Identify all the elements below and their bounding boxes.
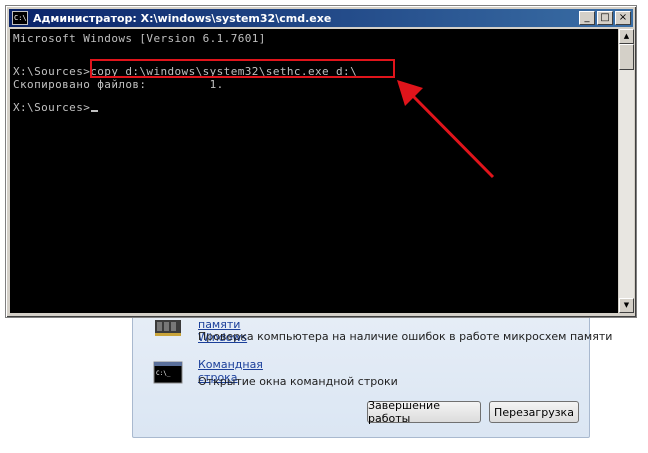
text-cursor xyxy=(91,110,99,112)
minimize-button[interactable]: _ xyxy=(579,11,595,25)
scroll-thumb[interactable] xyxy=(619,44,634,70)
close-button[interactable]: × xyxy=(615,11,631,25)
scroll-down-button[interactable]: ▼ xyxy=(619,298,634,313)
vertical-scrollbar[interactable]: ▲ ▼ xyxy=(619,29,634,313)
command-highlight-box xyxy=(90,59,395,78)
cmd-titlebar[interactable]: C:\. Администратор: X:\windows\system32\… xyxy=(9,9,633,27)
memory-chip-icon xyxy=(155,320,181,336)
cmd-icon: C:\. xyxy=(12,11,28,25)
command-prompt-desc: Открытие окна командной строки xyxy=(198,375,398,388)
console-line-prompt: X:\Sources> xyxy=(13,101,99,114)
svg-text:C:\_: C:\_ xyxy=(156,370,171,377)
maximize-button[interactable]: □ xyxy=(597,11,613,25)
cmd-window[interactable]: C:\. Администратор: X:\windows\system32\… xyxy=(5,5,637,318)
command-prompt-icon: C:\_ xyxy=(153,361,183,384)
memory-diagnostics-desc: Проверка компьютера на наличие ошибок в … xyxy=(198,330,613,343)
console-line-copy-result: Скопировано файлов: 1. xyxy=(13,78,224,91)
prompt-text: X:\Sources> xyxy=(13,101,91,114)
window-title: Администратор: X:\windows\system32\cmd.e… xyxy=(33,11,332,25)
scroll-up-button[interactable]: ▲ xyxy=(619,29,634,44)
console-line-version: Microsoft Windows [Version 6.1.7601] xyxy=(13,32,266,45)
restart-button[interactable]: Перезагрузка xyxy=(489,401,579,423)
shutdown-button[interactable]: Завершение работы xyxy=(367,399,481,425)
recovery-options-panel: Диагностика памяти Windows Проверка комп… xyxy=(132,300,612,438)
